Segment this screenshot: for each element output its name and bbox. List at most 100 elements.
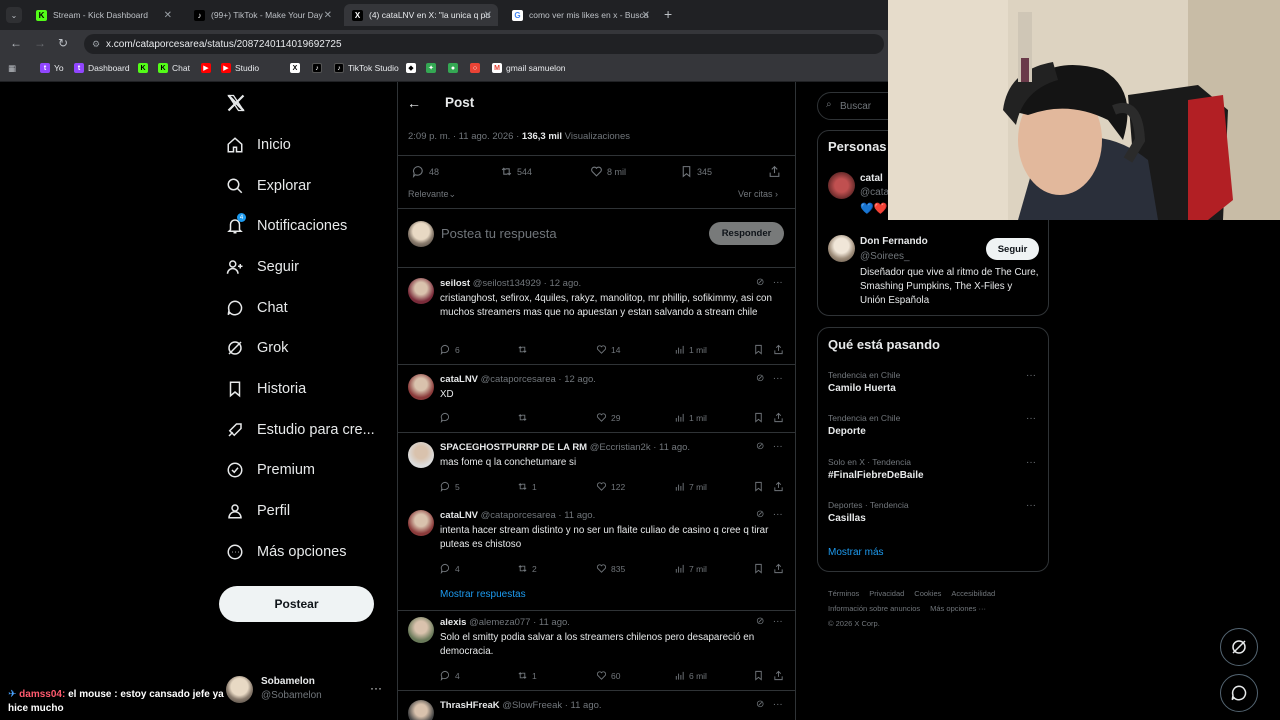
share-button[interactable]	[768, 165, 785, 178]
reply-author-name[interactable]: seilost	[440, 278, 470, 289]
browser-tab-tiktok[interactable]: ♪ (99+) TikTok - Make Your Day ✕	[186, 4, 338, 26]
avatar[interactable]	[408, 442, 434, 468]
address-bar[interactable]: ⚙ x.com/cataporcesarea/status/2087240114…	[84, 34, 884, 54]
close-icon[interactable]: ✕	[164, 10, 172, 21]
stat-likes[interactable]: 8 mil	[590, 165, 626, 178]
reply-action-views[interactable]: 7 mil	[674, 563, 707, 574]
browser-tab-google[interactable]: G como ver mis likes en x - Busca ✕	[504, 4, 656, 26]
reply-action-repost[interactable]: 1	[517, 481, 537, 492]
reply-action-views[interactable]: 1 mil	[674, 344, 707, 355]
reply-action-bookmark[interactable]	[753, 344, 768, 355]
more-icon[interactable]: ···	[1026, 457, 1036, 468]
reply-action-share[interactable]	[773, 412, 788, 423]
bookmark-x[interactable]: X	[290, 63, 304, 73]
more-icon[interactable]: ···	[773, 277, 783, 288]
bookmark-dashboard[interactable]: t Dashboard	[74, 63, 130, 73]
follow-button[interactable]: Seguir	[986, 238, 1039, 260]
nav-estudio[interactable]: Estudio para cre...	[226, 421, 375, 439]
user-name[interactable]: catal	[860, 173, 883, 184]
user-name[interactable]: Don Fernando	[860, 236, 928, 247]
nav-chat[interactable]: Chat	[226, 299, 288, 317]
grok-button[interactable]	[1220, 628, 1258, 666]
reply-action-repost[interactable]	[517, 412, 532, 423]
nav-grok[interactable]: Grok	[226, 339, 288, 357]
reply-author-name[interactable]: alexis	[440, 617, 466, 628]
more-icon[interactable]: ···	[773, 441, 783, 452]
account-name[interactable]: Sobamelon	[261, 676, 315, 687]
stat-bookmarks[interactable]: 345	[680, 165, 712, 178]
reply-action-share[interactable]	[773, 563, 788, 574]
grok-icon[interactable]: ⊘	[756, 616, 764, 627]
reply-action-reply[interactable]	[440, 412, 455, 423]
bookmark-tiktok-studio[interactable]: ♪ TikTok Studio	[334, 63, 399, 73]
more-icon[interactable]: ···	[773, 699, 783, 710]
grok-icon[interactable]: ⊘	[756, 373, 764, 384]
more-icon[interactable]: ···	[1026, 500, 1036, 511]
reply-action-repost[interactable]: 1	[517, 670, 537, 681]
bookmark-extension-3[interactable]: ●	[448, 63, 462, 73]
avatar[interactable]	[408, 374, 434, 400]
footer-link[interactable]: © 2026 X Corp.	[828, 619, 880, 628]
footer-link[interactable]: Cookies	[914, 589, 941, 598]
bookmark-kick[interactable]: K	[138, 63, 152, 73]
back-icon[interactable]: ←	[10, 36, 22, 50]
view-quotes-link[interactable]: Ver citas ›	[738, 189, 778, 199]
reply-author-name[interactable]: ThrasHFreaK	[440, 700, 500, 711]
nav-mas-opciones[interactable]: Más opciones	[226, 543, 346, 561]
reply-input[interactable]: Postea tu respuesta	[441, 226, 557, 241]
reply-action-bookmark[interactable]	[753, 481, 768, 492]
avatar[interactable]	[408, 510, 434, 536]
reply-author-name[interactable]: cataLNV	[440, 510, 478, 521]
reply-action-bookmark[interactable]	[753, 563, 768, 574]
close-icon[interactable]: ✕	[642, 10, 650, 21]
bookmark-youtube[interactable]: ▶	[201, 63, 215, 73]
reply-author-name[interactable]: cataLNV	[440, 374, 478, 385]
bookmark-chat[interactable]: K Chat	[158, 63, 190, 73]
browser-tab-x-post[interactable]: X (4) cataLNV en X: "la unica q pu ✕	[344, 4, 498, 26]
avatar[interactable]	[828, 172, 855, 199]
close-icon[interactable]: ✕	[324, 10, 332, 21]
nav-perfil[interactable]: Perfil	[226, 502, 290, 520]
browser-tab-kick[interactable]: K Stream - Kick Dashboard ✕	[28, 4, 178, 26]
reply-action-share[interactable]	[773, 481, 788, 492]
footer-link[interactable]: Accesibilidad	[951, 589, 995, 598]
bookmark-yo[interactable]: t Yo	[40, 63, 64, 73]
nav-historia[interactable]: Historia	[226, 380, 306, 398]
reply-author-name[interactable]: SPACEGHOSTPURRP DE LA RM	[440, 442, 587, 453]
reply-action-like[interactable]: 60	[596, 670, 620, 681]
stat-reposts[interactable]: 544	[500, 165, 532, 178]
avatar[interactable]	[408, 617, 434, 643]
stat-replies[interactable]: 48	[412, 165, 439, 178]
bookmark-extension-2[interactable]: ✦	[426, 63, 440, 73]
reply-action-bookmark[interactable]	[753, 670, 768, 681]
grok-icon[interactable]: ⊘	[756, 277, 764, 288]
reply-action-views[interactable]: 1 mil	[674, 412, 707, 423]
avatar[interactable]	[828, 235, 855, 262]
grok-icon[interactable]: ⊘	[756, 509, 764, 520]
close-icon[interactable]: ✕	[484, 10, 492, 21]
back-arrow-icon[interactable]: ←	[407, 95, 421, 111]
reply-action-views[interactable]: 6 mil	[674, 670, 707, 681]
more-icon[interactable]: ···	[1026, 413, 1036, 424]
nav-inicio[interactable]: Inicio	[226, 136, 291, 154]
grok-icon[interactable]: ⊘	[756, 441, 764, 452]
responder-button[interactable]: Responder	[709, 222, 784, 245]
reply-action-reply[interactable]: 4	[440, 563, 460, 574]
reply-action-like[interactable]: 835	[596, 563, 625, 574]
site-info-icon[interactable]: ⚙	[92, 39, 100, 50]
footer-link[interactable]: Privacidad	[869, 589, 904, 598]
reply-action-share[interactable]	[773, 344, 788, 355]
reply-action-reply[interactable]: 6	[440, 344, 460, 355]
bookmark-studio[interactable]: ▶ Studio	[221, 63, 259, 73]
nav-explorar[interactable]: Explorar	[226, 177, 311, 195]
more-icon[interactable]: ···	[370, 681, 382, 695]
nav-seguir[interactable]: Seguir	[226, 258, 299, 276]
reply-action-like[interactable]: 29	[596, 412, 620, 423]
footer-link[interactable]: Información sobre anuncios	[828, 604, 920, 613]
show-more-link[interactable]: Mostrar más	[828, 547, 884, 558]
reply-action-reply[interactable]: 5	[440, 481, 460, 492]
grok-icon[interactable]: ⊘	[756, 699, 764, 710]
reply-action-repost[interactable]	[517, 344, 532, 355]
footer-link[interactable]: Términos	[828, 589, 859, 598]
messages-button[interactable]	[1220, 674, 1258, 712]
